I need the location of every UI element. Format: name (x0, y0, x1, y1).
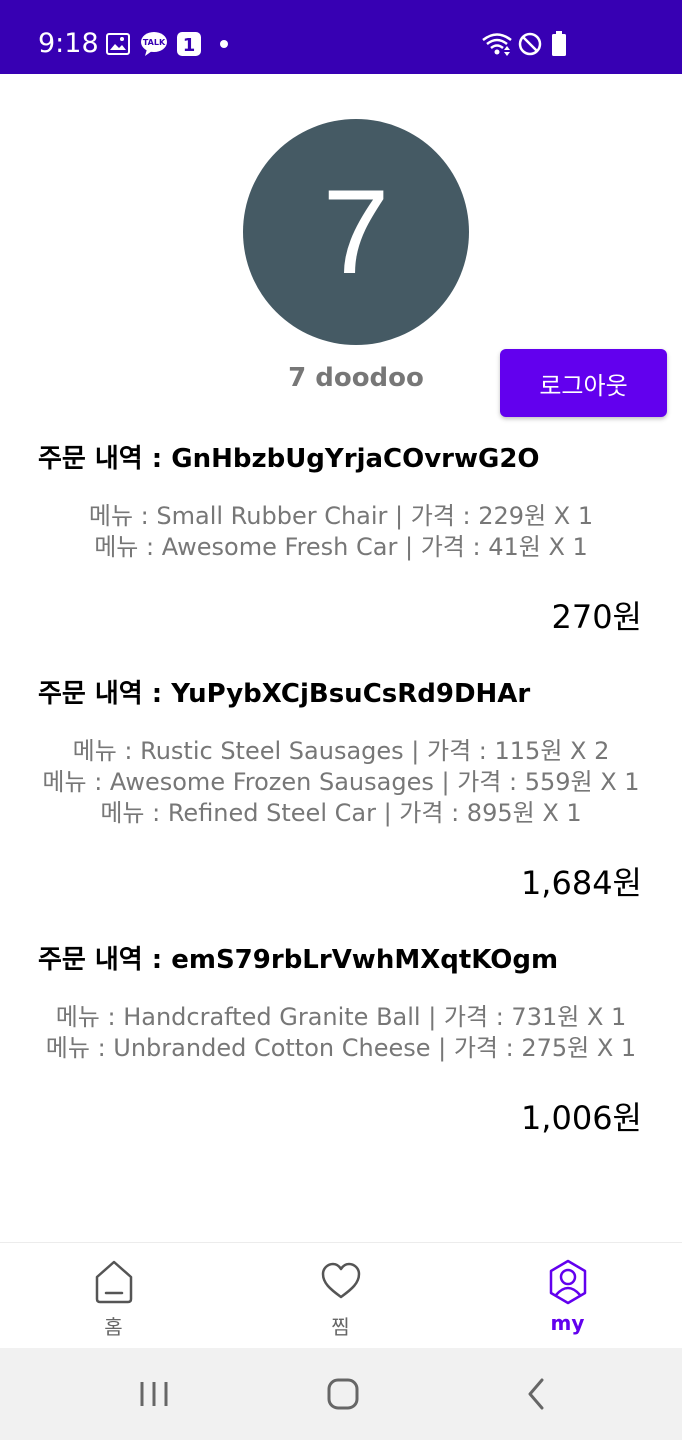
profile-icon (549, 1259, 587, 1305)
logout-button[interactable]: 로그아웃 (500, 349, 667, 417)
status-bar: 9:18 TALK 1 (0, 0, 682, 74)
order-items: 메뉴 : Small Rubber Chair | 가격 : 229원 X 1 … (0, 501, 682, 563)
wifi-icon (482, 33, 512, 56)
order-items: 메뉴 : Rustic Steel Sausages | 가격 : 115원 X… (0, 736, 682, 829)
system-nav-bar (0, 1348, 682, 1440)
order-total: 1,684원 (520, 864, 642, 902)
home-icon (95, 1260, 133, 1304)
order-item: 메뉴 : Awesome Fresh Car | 가격 : 41원 X 1 (94, 533, 588, 561)
nav-item-my[interactable]: my (454, 1243, 681, 1349)
status-dot (220, 40, 228, 48)
kakaotalk-badge-text: TALK (143, 38, 166, 47)
order-item: 메뉴 : Refined Steel Car | 가격 : 895원 X 1 (100, 799, 582, 827)
do-not-disturb-icon (518, 32, 542, 56)
order-total: 270원 (551, 598, 642, 636)
nav-item-favorites[interactable]: 찜 (227, 1243, 454, 1349)
order-item: 메뉴 : Rustic Steel Sausages | 가격 : 115원 X… (72, 737, 610, 765)
notification-count-icon: 1 (177, 32, 201, 56)
heart-icon (321, 1262, 361, 1299)
status-time: 9:18 (38, 28, 99, 59)
order-item: 메뉴 : Handcrafted Granite Ball | 가격 : 731… (55, 1003, 627, 1031)
order-heading: 주문 내역 : emS79rbLrVwhMXqtKOgm (38, 945, 559, 975)
gallery-icon (106, 33, 130, 55)
battery-icon (552, 31, 566, 56)
kakaotalk-icon: TALK (141, 32, 167, 56)
order-item: 메뉴 : Unbranded Cotton Cheese | 가격 : 275원… (45, 1034, 637, 1062)
order-heading: 주문 내역 : GnHbzbUgYrjaCOvrwG2O (38, 444, 540, 474)
recent-apps-icon[interactable] (138, 1372, 170, 1416)
home-circle-icon[interactable] (326, 1372, 362, 1416)
nav-label-my: my (550, 1311, 585, 1335)
nav-label-home: 홈 (104, 1315, 123, 1339)
order-heading: 주문 내역 : YuPybXCjBsuCsRd9DHAr (38, 679, 531, 709)
notification-count-text: 1 (183, 35, 196, 56)
nav-item-home[interactable]: 홈 (0, 1243, 227, 1349)
order-total: 1,006원 (520, 1099, 642, 1137)
avatar: 7 (243, 119, 469, 345)
order-item: 메뉴 : Awesome Frozen Sausages | 가격 : 559원… (42, 768, 640, 796)
nav-label-favorites: 찜 (331, 1315, 350, 1339)
back-icon[interactable] (522, 1372, 550, 1416)
user-name: 7 doodoo (288, 363, 424, 393)
bottom-nav: 홈 찜 my (0, 1242, 682, 1349)
order-items: 메뉴 : Handcrafted Granite Ball | 가격 : 731… (0, 1002, 682, 1064)
order-item: 메뉴 : Small Rubber Chair | 가격 : 229원 X 1 (88, 502, 594, 530)
